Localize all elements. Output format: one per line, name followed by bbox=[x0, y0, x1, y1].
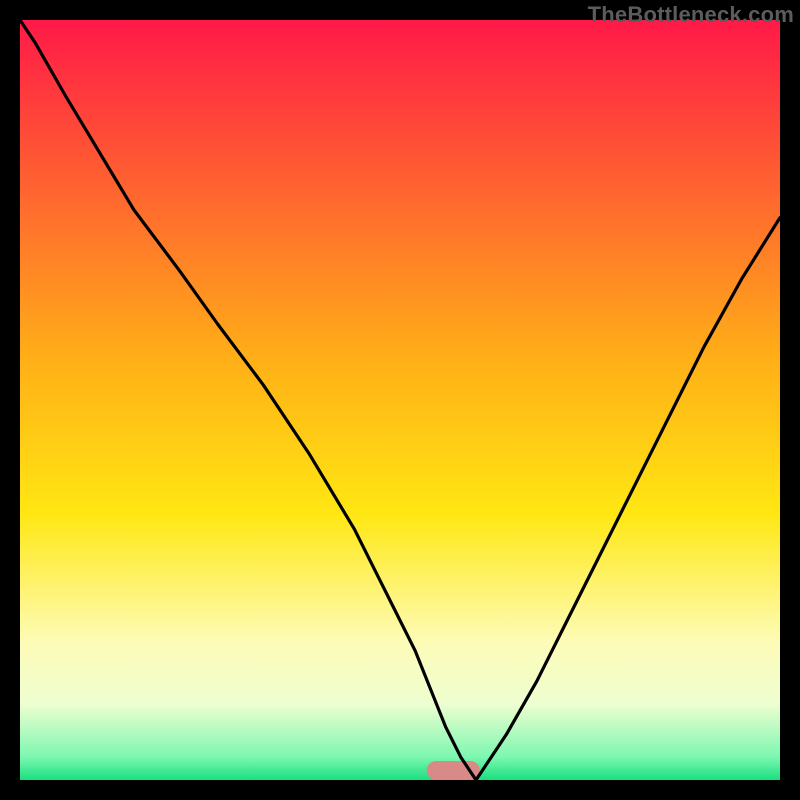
chart-background bbox=[20, 20, 780, 780]
chart-container: TheBottleneck.com bbox=[0, 0, 800, 800]
optimal-zone-marker bbox=[427, 761, 480, 780]
plot-area bbox=[20, 20, 780, 780]
chart-svg bbox=[20, 20, 780, 780]
watermark-text: TheBottleneck.com bbox=[588, 2, 794, 28]
